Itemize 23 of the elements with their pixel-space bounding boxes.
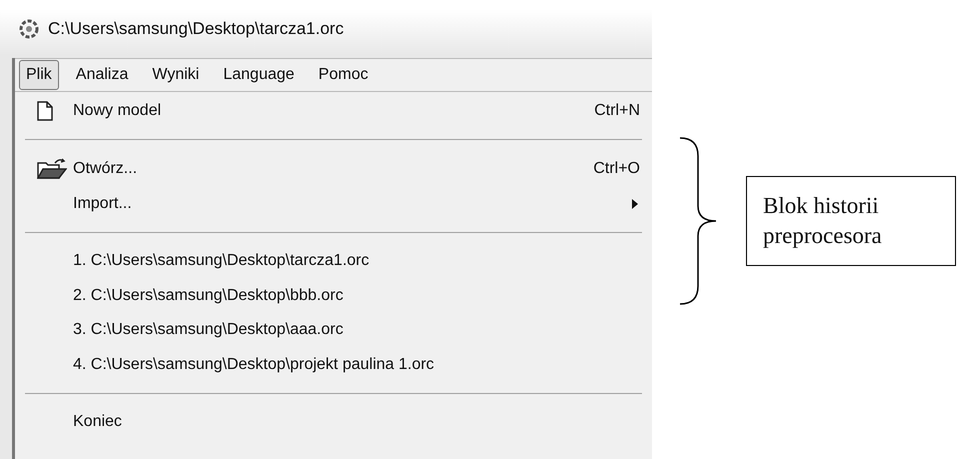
menu-bar-item[interactable]: Plik: [19, 60, 59, 90]
recent-file-item[interactable]: 3. C:\Users\samsung\Desktop\aaa.orc: [15, 313, 652, 348]
app-icon: [18, 18, 40, 40]
menu-bar-item[interactable]: Language: [216, 60, 302, 90]
menu-bar-item[interactable]: Pomoc: [311, 60, 376, 90]
menu-item[interactable]: Koniec: [15, 405, 652, 440]
menu-item-label: Nowy model: [73, 100, 162, 120]
shortcut-label: Ctrl+N: [594, 100, 640, 120]
window-title: C:\Users\samsung\Desktop\tarcza1.orc: [48, 18, 344, 40]
submenu-arrow-icon: [632, 198, 638, 208]
document-icon: [37, 100, 53, 120]
menu-item[interactable]: Import...: [15, 186, 652, 221]
annotation-label: Blok historii preprocesora: [746, 176, 956, 266]
recent-file-item[interactable]: 2. C:\Users\samsung\Desktop\bbb.orc: [15, 278, 652, 313]
menu-item[interactable]: Nowy model Ctrl+N: [15, 93, 652, 128]
menu-item[interactable]: Otwórz... Ctrl+O: [15, 151, 652, 186]
shortcut-label: Ctrl+O: [593, 158, 640, 178]
folder-icon: [37, 158, 67, 180]
menu-bar-item[interactable]: Analiza: [68, 60, 136, 90]
menu-bar-item[interactable]: Wyniki: [145, 60, 206, 90]
recent-file-item[interactable]: 1. C:\Users\samsung\Desktop\tarcza1.orc: [15, 244, 652, 278]
menu-item-label: Otwórz...: [73, 158, 138, 178]
recent-file-item[interactable]: 4. C:\Users\samsung\Desktop\projekt paulina 1.orc: [15, 348, 652, 382]
